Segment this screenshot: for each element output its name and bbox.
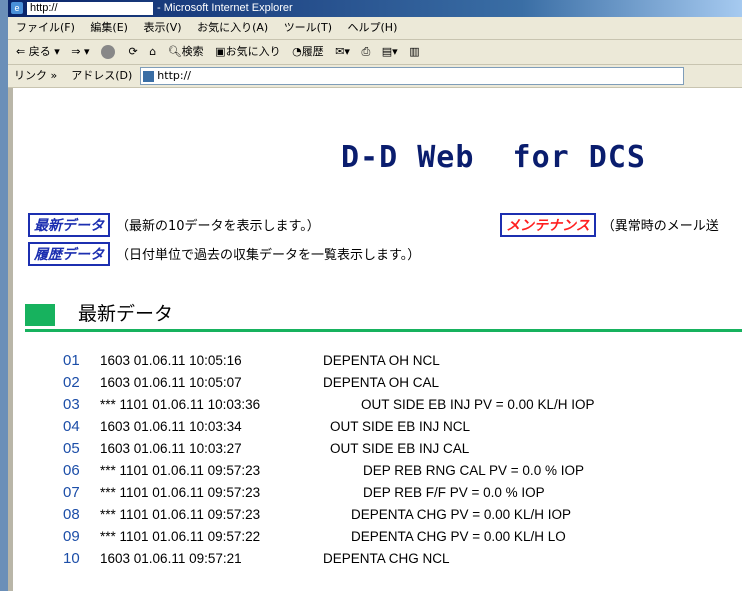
refresh-button[interactable]: ⟳ [129, 40, 138, 64]
row-message: DEPENTA OH NCL [323, 353, 440, 368]
menu-help[interactable]: ヘルプ(H) [348, 21, 398, 34]
row-code: *** 1101 01.06.11 09:57:23 [100, 507, 261, 522]
menu-bar: ファイル(F) 編集(E) 表示(V) お気に入り(A) ツール(T) ヘルプ(… [8, 17, 742, 40]
home-button[interactable]: ⌂ [149, 40, 156, 64]
row-code: 1603 01.06.11 09:57:21 [100, 551, 242, 566]
menu-edit[interactable]: 編集(E) [90, 21, 128, 34]
back-arrow-icon: ⇐ [16, 45, 26, 58]
history-icon: ◔ [292, 45, 302, 58]
section-heading: 最新データ [78, 303, 174, 325]
row-message: OUT SIDE EB INJ CAL [330, 441, 470, 456]
history-data-link[interactable]: 履歴データ [28, 242, 110, 266]
row-number: 09 [63, 528, 80, 545]
maintenance-link[interactable]: メンテナンス [500, 213, 596, 237]
section-marker [25, 304, 55, 326]
page-content: D-D Web for DCS 最新データ （最新の10データを表示します。） 履… [13, 88, 742, 591]
history-data-description: （日付単位で過去の収集データを一覧表示します。） [116, 248, 421, 263]
row-message: OUT SIDE EB INJ NCL [330, 419, 471, 434]
mail-icon: ✉ [335, 45, 345, 58]
internet-explorer-icon: e [11, 2, 23, 15]
home-icon: ⌂ [149, 45, 157, 58]
menu-file[interactable]: ファイル(F) [16, 21, 75, 34]
menu-tools[interactable]: ツール(T) [284, 21, 332, 34]
row-number: 04 [63, 418, 80, 435]
mail-button[interactable]: ✉▾ [335, 40, 350, 64]
window-title: - Microsoft Internet Explorer [157, 2, 293, 14]
row-code: 1603 01.06.11 10:03:27 [100, 441, 242, 456]
row-message: DEPENTA CHG PV = 0.00 KL/H LO [351, 529, 566, 544]
history-button[interactable]: ◔履歴 [292, 40, 324, 64]
discuss-button[interactable]: ▥ [409, 40, 419, 64]
row-code: 1603 01.06.11 10:05:16 [100, 353, 242, 368]
latest-data-description: （最新の10データを表示します。） [116, 219, 320, 234]
row-message: OUT SIDE EB INJ PV = 0.00 KL/H IOP [361, 397, 595, 412]
maintenance-link-row: メンテナンス （異常時のメール送 [500, 213, 719, 237]
forward-button[interactable]: ⇒ ▾ [71, 40, 89, 64]
row-code: *** 1101 01.06.11 09:57:23 [100, 463, 261, 478]
latest-link-row: 最新データ （最新の10データを表示します。） [28, 213, 320, 237]
back-button[interactable]: ⇐ 戻る ▾ [16, 40, 60, 64]
menu-view[interactable]: 表示(V) [143, 21, 181, 34]
toolbar: ⇐ 戻る ▾ ⇒ ▾ ⟳ ⌂ 🔍︎検索 ▣お気に入り ◔履歴 ✉▾ ⎙ ▤▾ ▥ [8, 40, 742, 65]
row-code: *** 1101 01.06.11 09:57:23 [100, 485, 261, 500]
edit-button[interactable]: ▤▾ [382, 40, 398, 64]
search-icon: 🔍︎ [167, 45, 182, 58]
row-code: 1603 01.06.11 10:05:07 [100, 375, 242, 390]
history-link-row: 履歴データ （日付単位で過去の収集データを一覧表示します。） [28, 242, 420, 266]
maintenance-description: （異常時のメール送 [601, 219, 719, 234]
section-header: 最新データ [25, 302, 742, 332]
row-number: 01 [63, 352, 80, 369]
row-number: 02 [63, 374, 80, 391]
row-message: DEPENTA CHG PV = 0.00 KL/H IOP [351, 507, 571, 522]
row-message: DEP REB F/F PV = 0.0 % IOP [363, 485, 545, 500]
page-icon [143, 70, 155, 82]
section-divider [25, 329, 742, 332]
window-title-bar: e http:// - Microsoft Internet Explorer [8, 0, 742, 17]
stop-button[interactable] [101, 40, 117, 64]
row-message: DEPENTA CHG NCL [323, 551, 450, 566]
search-button[interactable]: 🔍︎検索 [168, 40, 204, 64]
row-code: *** 1101 01.06.11 10:03:36 [100, 397, 261, 412]
edit-icon: ▤ [381, 45, 393, 58]
refresh-icon: ⟳ [128, 45, 138, 58]
stop-icon [101, 45, 115, 59]
forward-arrow-icon: ⇒ [71, 45, 81, 58]
print-icon: ⎙ [361, 45, 371, 58]
row-code: *** 1101 01.06.11 09:57:22 [100, 529, 261, 544]
row-message: DEPENTA OH CAL [323, 375, 440, 390]
row-number: 08 [63, 506, 80, 523]
address-bar: リンク » アドレス(D) http:// [8, 65, 742, 88]
print-button[interactable]: ⎙ [361, 40, 370, 64]
row-number: 06 [63, 462, 80, 479]
row-number: 10 [63, 550, 80, 567]
favorites-button[interactable]: ▣お気に入り [215, 40, 280, 64]
links-label[interactable]: リンク » [14, 69, 57, 82]
page-brand-title: D-D Web for DCS [341, 140, 646, 175]
row-message: DEP REB RNG CAL PV = 0.0 % IOP [363, 463, 584, 478]
title-url: http:// [27, 1, 153, 15]
row-number: 05 [63, 440, 80, 457]
row-code: 1603 01.06.11 10:03:34 [100, 419, 242, 434]
favorites-icon: ▣ [215, 45, 226, 58]
latest-data-link[interactable]: 最新データ [28, 213, 110, 237]
address-label: アドレス(D) [71, 69, 133, 82]
discuss-icon: ▥ [409, 45, 420, 58]
menu-favorites[interactable]: お気に入り(A) [197, 21, 268, 34]
row-number: 07 [63, 484, 80, 501]
row-number: 03 [63, 396, 80, 413]
background-window-edge [0, 0, 8, 591]
address-input[interactable]: http:// [140, 67, 685, 85]
